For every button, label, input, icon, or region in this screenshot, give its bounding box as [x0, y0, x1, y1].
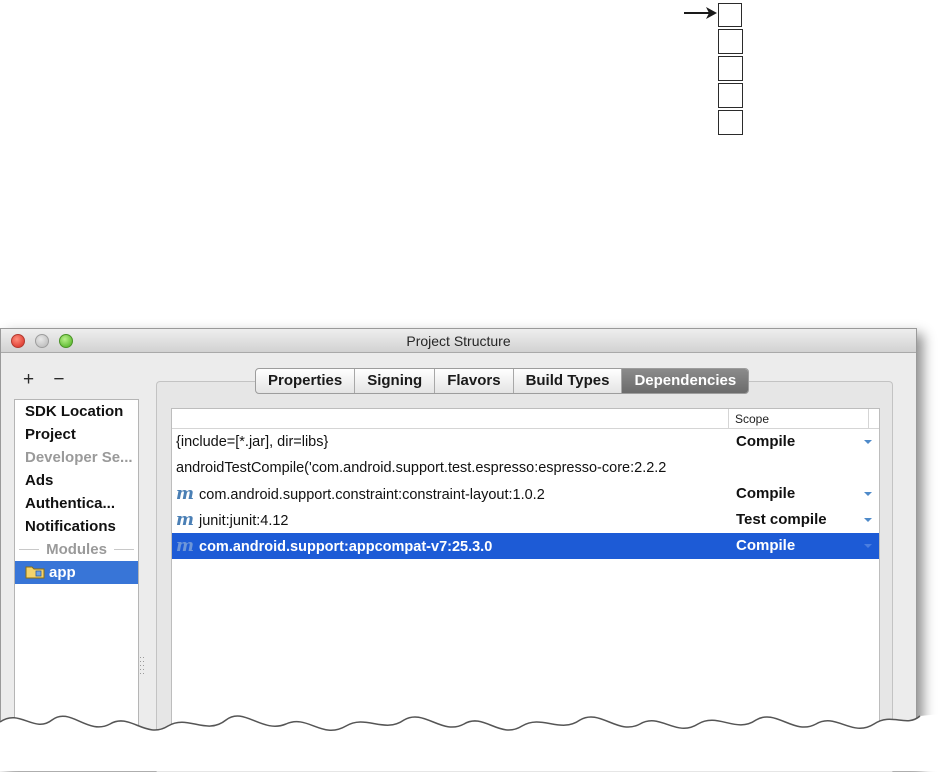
maven-module-icon: m [176, 510, 194, 530]
sidebar-item-authentication[interactable]: Authentica... [15, 492, 138, 515]
add-button[interactable]: + [23, 370, 34, 390]
dependency-label: com.android.support:appcompat-v7:25.3.0 [199, 539, 493, 555]
tab-dependencies[interactable]: Dependencies [622, 369, 749, 393]
table-row[interactable]: m com.android.support.constraint:constrai… [172, 481, 879, 507]
scope-value[interactable]: Compile [736, 533, 795, 559]
stack-box [718, 3, 742, 27]
sidebar-item-ads[interactable]: Ads [15, 469, 138, 492]
stack-box [718, 56, 743, 81]
scope-value[interactable]: Compile [736, 481, 795, 507]
table-row[interactable]: {include=[*.jar], dir=libs} Compile [172, 429, 879, 455]
sidebar-item-notifications[interactable]: Notifications [15, 515, 138, 538]
dependency-name: m junit:junit:4.12 [176, 507, 288, 534]
sidebar-item-app[interactable]: app [15, 561, 138, 584]
arrow-icon [684, 7, 717, 19]
scope-column-header[interactable]: Scope [728, 409, 875, 428]
sidebar-section-modules: Modules [15, 538, 138, 561]
dependency-name: m com.android.support.constraint:constrai… [176, 481, 545, 508]
title-bar: Project Structure [1, 329, 916, 353]
tab-build-types[interactable]: Build Types [514, 369, 623, 393]
sidebar-item-sdk-location[interactable]: SDK Location [15, 400, 138, 423]
tab-bar: Properties Signing Flavors Build Types D… [255, 368, 750, 394]
torn-edge [0, 714, 940, 771]
dependency-name: androidTestCompile('com.android.support.… [176, 460, 667, 476]
stack-diagram [718, 3, 743, 137]
splitter-handle-icon[interactable] [139, 656, 145, 678]
dependency-name: {include=[*.jar], dir=libs} [176, 434, 329, 450]
dependency-label: junit:junit:4.12 [199, 513, 289, 529]
sidebar-item-project[interactable]: Project [15, 423, 138, 446]
table-header: Scope [172, 409, 879, 429]
stack-box [718, 29, 743, 54]
chevron-down-icon[interactable] [864, 518, 872, 522]
module-folder-icon [25, 566, 45, 579]
remove-button[interactable]: − [53, 370, 64, 390]
sidebar-section-developer-services: Developer Se... [25, 449, 133, 466]
header-end-cell [868, 409, 879, 428]
table-row[interactable]: androidTestCompile('com.android.support.… [172, 455, 879, 481]
tab-flavors[interactable]: Flavors [435, 369, 514, 393]
table-row-selected[interactable]: m com.android.support:appcompat-v7:25.3.0… [172, 533, 879, 559]
tab-signing[interactable]: Signing [355, 369, 436, 393]
sidebar-toolbar: + − [23, 369, 79, 391]
dependency-name: m com.android.support:appcompat-v7:25.3.0 [176, 533, 492, 560]
chevron-down-icon[interactable] [864, 544, 872, 548]
dependency-label: com.android.support.constraint:constrain… [199, 487, 545, 503]
scope-value[interactable]: Compile [736, 429, 795, 455]
stack-box [718, 110, 743, 135]
table-row[interactable]: m junit:junit:4.12 Test compile [172, 507, 879, 533]
chevron-down-icon[interactable] [864, 492, 872, 496]
chevron-down-icon[interactable] [864, 440, 872, 444]
window-title: Project Structure [406, 333, 511, 349]
stack-box [718, 83, 743, 108]
scope-value[interactable]: Test compile [736, 507, 827, 533]
sidebar-item-label: app [49, 564, 76, 581]
maven-module-icon: m [176, 484, 194, 504]
tab-properties[interactable]: Properties [256, 369, 356, 393]
maven-module-icon: m [176, 536, 194, 556]
